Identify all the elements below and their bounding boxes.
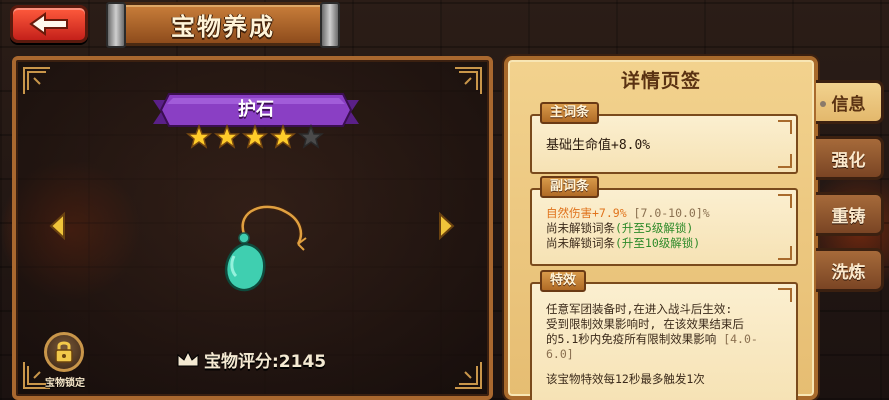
next-item-arrow-icon[interactable]	[436, 212, 456, 240]
main-stat-section: 主词条 基础生命值+8.0%	[530, 102, 798, 174]
previous-item-arrow-icon[interactable]	[48, 212, 68, 240]
treasure-display-panel: 护石 宝物锁定 宝物评分:2145	[12, 56, 493, 400]
effect-text-line: 6.0]	[546, 347, 574, 361]
section-corner-ornament	[778, 120, 792, 134]
item-name: 护石	[238, 99, 274, 120]
effect-duration-range: [4.0-	[716, 332, 758, 346]
amulet-pendant-icon	[224, 204, 307, 292]
locked-sub-stat-line: 尚未解锁词条(升至5级解锁)	[546, 221, 710, 236]
sub-stat-value: 自然伤害+7.9%	[546, 206, 627, 220]
page-title: 宝物养成	[171, 12, 275, 41]
details-panel: 详情页签 主词条 基础生命值+8.0% 副词条 自然伤害+7.9% [7.0-1…	[504, 56, 818, 400]
section-corner-ornament	[778, 154, 792, 168]
tab-refine[interactable]: 洗炼	[816, 248, 884, 292]
locked-sub-stat-line: 尚未解锁词条(升至10级解锁)	[546, 236, 710, 251]
star-filled-icon	[214, 124, 240, 149]
star-filled-icon	[186, 124, 212, 149]
details-title: 详情页签	[620, 70, 701, 92]
section-corner-ornament	[778, 288, 792, 302]
section-corner-ornament	[778, 194, 792, 208]
star-empty-icon	[298, 124, 324, 149]
title-plaque: 宝物养成	[106, 2, 340, 48]
special-effect-tab: 特效	[540, 270, 587, 292]
sub-stat-tab: 副词条	[540, 176, 600, 198]
plaque-post-left	[106, 2, 126, 48]
locked-sub-stat-text: 尚未解锁词条	[546, 236, 615, 250]
treasure-lock-button[interactable]	[44, 332, 84, 372]
plaque-post-right	[320, 2, 340, 48]
star-filled-icon	[270, 124, 296, 149]
lock-label: 宝物锁定	[45, 378, 85, 389]
main-stat-tab: 主词条	[540, 102, 600, 124]
tab-reforge[interactable]: 重铸	[816, 192, 884, 236]
corner-ornament-icon	[23, 67, 50, 94]
corner-ornament-icon	[455, 67, 482, 94]
effect-text-line: 任意军团装备时,在进入战斗后生效:	[546, 302, 733, 316]
unlock-hint: (升至5级解锁)	[615, 221, 694, 235]
star-rating	[186, 124, 326, 150]
special-effect-section: 特效 任意军团装备时,在进入战斗后生效: 受到限制效果影响时, 在该效果结束后 …	[530, 270, 798, 400]
star-filled-icon	[242, 124, 268, 149]
effect-text-line: 的5.1秒内免疫所有限制效果影响 [4.0-	[546, 332, 758, 347]
padlock-icon	[55, 341, 73, 363]
main-stat-value: 基础生命值+8.0%	[546, 138, 651, 153]
score-text: 宝物评分:2145	[204, 351, 327, 372]
effect-text-line: 受到限制效果影响时, 在该效果结束后	[546, 317, 744, 331]
tab-info[interactable]: 信息	[816, 80, 884, 124]
section-corner-ornament	[778, 246, 792, 260]
locked-sub-stat-text: 尚未解锁词条	[546, 221, 615, 235]
corner-ornament-icon	[455, 362, 482, 389]
treasure-score: 宝物评分:2145	[176, 345, 326, 373]
sub-stat-line: 自然伤害+7.9% [7.0-10.0]%	[546, 206, 710, 221]
tab-enhance[interactable]: 强化	[816, 136, 884, 180]
sub-stat-section: 副词条 自然伤害+7.9% [7.0-10.0]% 尚未解锁词条(升至5级解锁)…	[530, 176, 798, 266]
effect-cooldown-text: 该宝物特效每12秒最多触发1次	[546, 372, 705, 386]
back-arrow-icon	[29, 12, 68, 36]
unlock-hint: (升至10级解锁)	[615, 236, 701, 250]
sub-stat-range: [7.0-10.0]%	[626, 206, 710, 220]
back-button[interactable]	[10, 5, 88, 43]
crown-icon	[177, 350, 199, 367]
effect-duration-text: 的5.1秒内免疫所有限制效果影响	[546, 332, 717, 346]
